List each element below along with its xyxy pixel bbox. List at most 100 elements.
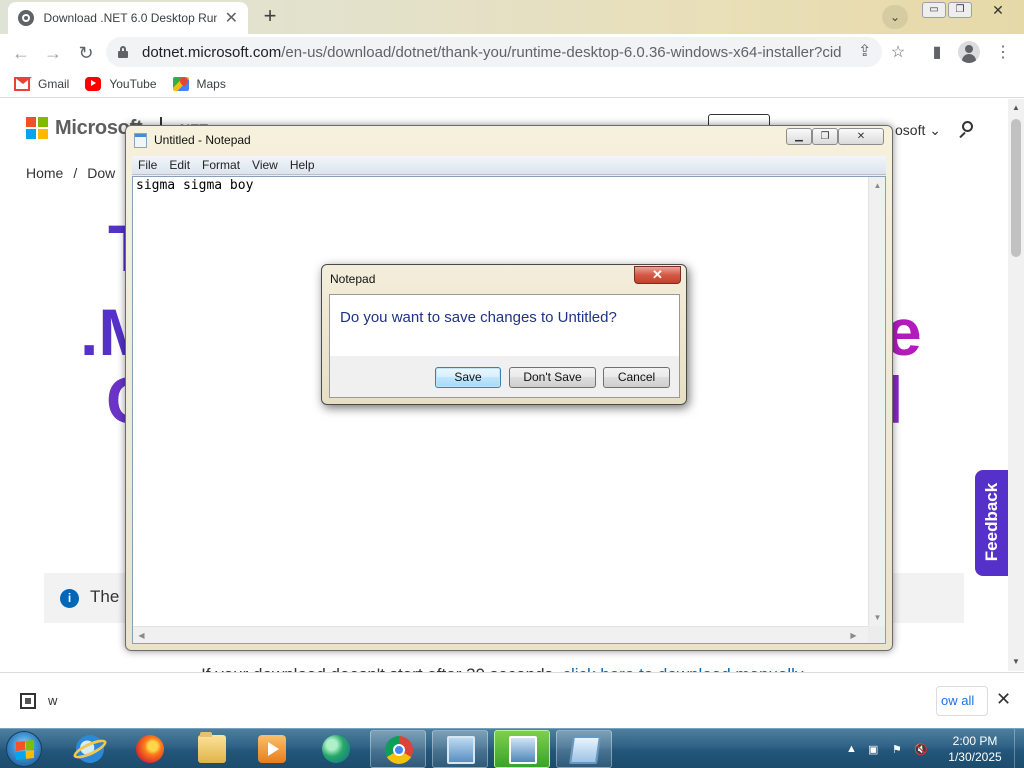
tab-title: Download .NET 6.0 Desktop Runtime: [43, 11, 217, 25]
info-banner-text: The .: [90, 587, 129, 606]
browser-minimize-button[interactable]: ▭: [922, 2, 946, 18]
info-icon: i: [60, 589, 79, 608]
start-button[interactable]: [6, 731, 42, 767]
youtube-icon: [85, 76, 102, 91]
notepad-close-button[interactable]: ✕: [838, 128, 884, 145]
share-icon[interactable]: ⇪: [858, 37, 871, 67]
browser-tab[interactable]: Download .NET 6.0 Desktop Runtime ✕: [8, 2, 248, 34]
show-hidden-icons-icon[interactable]: ▲: [846, 743, 857, 755]
browser-tab-strip: Download .NET 6.0 Desktop Runtime ✕ + ⌄ …: [0, 0, 1024, 34]
microsoft-logo-icon[interactable]: [26, 117, 48, 139]
bookmark-label: Gmail: [38, 76, 70, 91]
media-player-icon: [258, 735, 286, 763]
bookmark-gmail[interactable]: Gmail: [14, 76, 70, 91]
dialog-title: Notepad: [330, 272, 376, 286]
scroll-down-arrow-icon[interactable]: ▼: [869, 609, 886, 626]
show-desktop-button[interactable]: [1014, 729, 1024, 768]
system-clock[interactable]: 2:00 PM 1/30/2025: [940, 733, 1010, 765]
windows-logo-icon: [16, 740, 34, 760]
save-button[interactable]: Save: [435, 367, 501, 388]
bookmark-maps[interactable]: Maps: [172, 76, 226, 91]
scroll-up-arrow-icon[interactable]: ▲: [869, 177, 886, 194]
tab-close-button[interactable]: ✕: [225, 8, 238, 28]
browser-close-button[interactable]: ✕: [978, 2, 1018, 18]
taskbar-internet-explorer[interactable]: [62, 730, 118, 768]
notepad-vertical-scrollbar[interactable]: ▲ ▼: [868, 177, 885, 627]
notepad-titlebar[interactable]: Untitled - Notepad ▁ ❐ ✕: [126, 126, 892, 154]
scroll-down-arrow-icon[interactable]: ▼: [1008, 655, 1024, 669]
taskbar-firefox[interactable]: [122, 730, 178, 768]
edge-icon: [322, 735, 350, 763]
feedback-button[interactable]: Feedback: [975, 470, 1008, 576]
folder-icon: [198, 732, 226, 763]
dialog-message-area: Do you want to save changes to Untitled?: [330, 295, 679, 356]
firefox-icon: [136, 735, 164, 763]
notepad-horizontal-scrollbar[interactable]: ◀ ▶: [133, 626, 869, 643]
search-icon[interactable]: [958, 121, 976, 139]
volume-muted-icon[interactable]: 🔇: [914, 743, 928, 756]
feedback-label: Feedback: [982, 482, 1001, 562]
cancel-button[interactable]: Cancel: [603, 367, 670, 388]
back-arrow-icon[interactable]: ←: [8, 40, 34, 66]
scroll-right-arrow-icon[interactable]: ▶: [845, 627, 862, 644]
resize-grip-icon[interactable]: [868, 626, 885, 643]
url-text[interactable]: dotnet.microsoft.com/en-us/download/dotn…: [142, 44, 842, 61]
notepad-maximize-button[interactable]: ❐: [812, 128, 838, 145]
menu-kebab-icon[interactable]: ⋮: [990, 40, 1016, 66]
page-scroll-thumb[interactable]: [1011, 119, 1021, 257]
all-microsoft-menu[interactable]: osoft ⌄: [895, 122, 941, 139]
menu-file[interactable]: File: [138, 158, 157, 172]
scroll-up-arrow-icon[interactable]: ▲: [1008, 101, 1024, 115]
scroll-left-arrow-icon[interactable]: ◀: [133, 627, 150, 644]
menu-view[interactable]: View: [252, 158, 278, 172]
profile-avatar[interactable]: [958, 41, 980, 63]
action-center-flag-icon[interactable]: ⚑: [892, 743, 902, 756]
browser-restore-button[interactable]: ❐: [948, 2, 972, 18]
taskbar-notepad[interactable]: [556, 730, 612, 768]
side-panel-icon[interactable]: ▮: [924, 40, 950, 66]
installer-file-icon[interactable]: [20, 693, 36, 709]
taskbar-media-player[interactable]: [244, 730, 300, 768]
chrome-icon: [385, 736, 413, 764]
menu-format[interactable]: Format: [202, 158, 240, 172]
bookmark-youtube[interactable]: YouTube: [85, 76, 157, 91]
tab-search-button[interactable]: ⌄: [882, 5, 908, 29]
address-bar[interactable]: dotnet.microsoft.com/en-us/download/dotn…: [106, 37, 882, 67]
bookmark-label: Maps: [196, 76, 226, 91]
taskbar-chrome[interactable]: [370, 730, 426, 768]
globe-icon: [18, 10, 34, 26]
dont-save-button[interactable]: Don't Save: [509, 367, 596, 388]
show-all-downloads-button[interactable]: ow all: [936, 686, 988, 716]
network-computer-icon: [509, 736, 537, 764]
maps-icon: [172, 76, 189, 91]
notepad-content[interactable]: sigma sigma boy: [136, 178, 253, 193]
dialog-close-button[interactable]: ✕: [634, 266, 681, 284]
breadcrumb-home[interactable]: Home: [26, 165, 63, 181]
bookmark-star-icon[interactable]: ☆: [885, 40, 911, 66]
breadcrumb-current[interactable]: Dow: [87, 165, 115, 181]
save-changes-dialog: Notepad ✕ Do you want to save changes to…: [321, 264, 687, 405]
close-download-shelf-button[interactable]: ✕: [996, 689, 1011, 710]
browser-toolbar: ← → ↻ dotnet.microsoft.com/en-us/downloa…: [0, 34, 1024, 70]
notepad-title: Untitled - Notepad: [154, 133, 251, 147]
taskbar-edge[interactable]: [308, 730, 364, 768]
menu-edit[interactable]: Edit: [169, 158, 190, 172]
download-shelf: w ow all ✕: [0, 672, 1024, 728]
notepad-icon: [569, 736, 601, 764]
gmail-icon: [14, 76, 32, 91]
taskbar-remote-desktop[interactable]: [432, 730, 488, 768]
notepad-minimize-button[interactable]: ▁: [786, 128, 812, 145]
network-tray-icon[interactable]: ▣: [868, 743, 878, 756]
taskbar: ▲ ▣ ⚑ 🔇 2:00 PM 1/30/2025: [0, 728, 1024, 768]
download-item-name[interactable]: w: [48, 693, 57, 708]
reload-icon[interactable]: ↻: [73, 40, 99, 66]
notepad-text-area[interactable]: sigma sigma boy ▲ ▼ ◀ ▶: [132, 176, 886, 644]
menu-help[interactable]: Help: [290, 158, 315, 172]
taskbar-file-explorer[interactable]: [184, 730, 240, 768]
forward-arrow-icon[interactable]: →: [40, 40, 66, 66]
page-scrollbar[interactable]: ▲ ▼: [1008, 99, 1024, 671]
clock-date: 1/30/2025: [948, 750, 1002, 764]
internet-explorer-icon: [76, 735, 104, 763]
new-tab-button[interactable]: +: [258, 4, 282, 28]
taskbar-network[interactable]: [494, 730, 550, 768]
